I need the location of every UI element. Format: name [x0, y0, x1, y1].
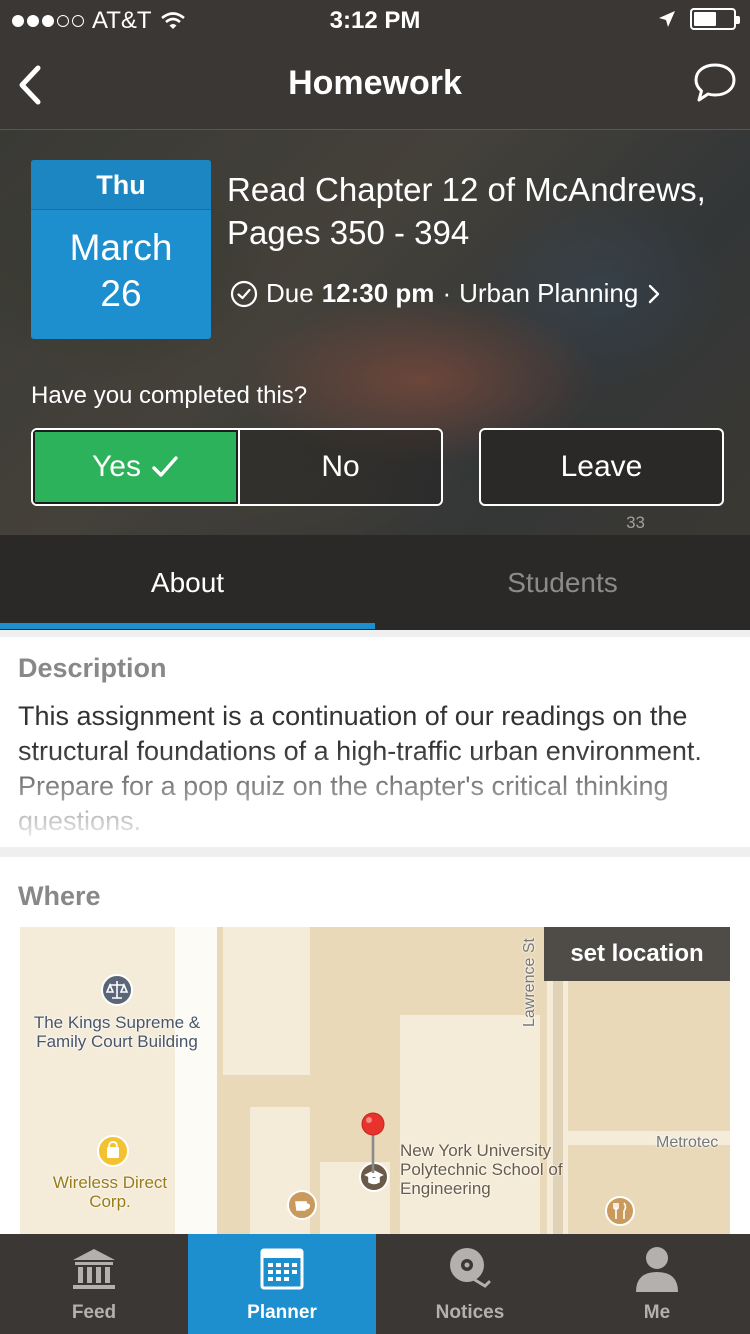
- map-label-metrotech: Metrotec: [656, 1134, 719, 1151]
- location-map[interactable]: The Kings Supreme & Family Court Buildin…: [20, 927, 730, 1237]
- tab-about-label: About: [150, 567, 225, 598]
- location-pin-icon: [361, 1112, 385, 1173]
- navigation-bar: Homework: [0, 40, 750, 130]
- page-title: Homework: [288, 64, 462, 102]
- tab-bar-me-label: Me: [643, 1302, 671, 1323]
- checkmark-icon: [152, 456, 178, 477]
- map-label-street: Lawrence St: [521, 938, 538, 1027]
- due-date-card: Thu March 26: [31, 160, 211, 339]
- students-count-badge: 33: [626, 513, 645, 532]
- map-label-nyu: New York University Polytechnic School o…: [400, 1141, 563, 1198]
- clock-icon: [230, 280, 258, 307]
- assignment-title: Read Chapter 12 of McAndrews, Pages 350 …: [227, 171, 706, 251]
- cafe-icon: [287, 1190, 317, 1220]
- due-day: 26: [100, 273, 142, 314]
- yes-button[interactable]: Yes: [33, 430, 238, 504]
- description-heading: Description: [18, 653, 167, 683]
- bell-icon: [450, 1248, 491, 1288]
- tab-bar-planner-label: Planner: [247, 1302, 317, 1323]
- bottom-tab-bar: Feed Planner Notices Me: [0, 1234, 750, 1334]
- where-section: Where The Kings Supreme & Family Court B…: [0, 857, 750, 1237]
- location-arrow-icon: [659, 11, 675, 27]
- leave-button[interactable]: Leave: [479, 428, 724, 506]
- assignment-header: Thu March 26 Read Chapter 12 of McAndrew…: [0, 130, 750, 535]
- course-name: Urban Planning: [459, 278, 639, 308]
- status-bar: AT&T 3:12 PM: [0, 0, 750, 40]
- battery-icon: [690, 8, 740, 30]
- tab-bar-notices[interactable]: Notices: [376, 1234, 564, 1334]
- yes-label: Yes: [92, 450, 141, 483]
- active-tab-indicator: [0, 623, 375, 629]
- description-fade: [0, 747, 750, 847]
- comments-button[interactable]: [692, 60, 738, 106]
- description-section[interactable]: Description This assignment is a continu…: [0, 637, 750, 847]
- tab-about[interactable]: About: [0, 535, 375, 630]
- tab-students[interactable]: Students 33: [375, 513, 750, 630]
- tab-bar-feed[interactable]: Feed: [0, 1234, 188, 1334]
- bank-icon: [73, 1249, 115, 1289]
- clock: 3:12 PM: [329, 7, 421, 34]
- calendar-icon: [260, 1248, 304, 1290]
- tab-bar-feed-label: Feed: [71, 1302, 117, 1323]
- map-label-wireless: Wireless Direct Corp.: [52, 1173, 168, 1211]
- segment-tabs: About Students 33: [0, 513, 750, 630]
- due-day-of-week: Thu: [31, 160, 211, 210]
- tab-students-label: Students: [507, 567, 618, 598]
- completion-toggle: Yes No: [31, 428, 443, 506]
- speech-bubble-icon: [694, 63, 736, 102]
- shopping-bag-icon: [97, 1135, 129, 1167]
- leave-label: Leave: [560, 450, 643, 483]
- tab-bar-planner[interactable]: Planner: [188, 1234, 376, 1334]
- set-location-button[interactable]: set location: [544, 927, 730, 981]
- restaurant-icon: [605, 1196, 635, 1226]
- no-button[interactable]: No: [238, 430, 441, 504]
- due-prefix: Due: [266, 278, 314, 308]
- completion-question: Have you completed this?: [31, 382, 308, 409]
- tab-bar-notices-label: Notices: [435, 1302, 505, 1323]
- person-icon: [636, 1247, 678, 1292]
- where-heading: Where: [18, 881, 101, 911]
- chevron-right-icon: [649, 284, 660, 303]
- set-location-label: set location: [570, 940, 704, 967]
- due-info[interactable]: Due 12:30 pm · Urban Planning: [230, 278, 662, 309]
- courthouse-icon: [101, 974, 133, 1006]
- map-label-court: The Kings Supreme & Family Court Buildin…: [33, 1013, 201, 1051]
- due-month: March: [69, 227, 173, 268]
- due-time: 12:30 pm: [321, 278, 435, 308]
- tab-bar-me[interactable]: Me: [564, 1234, 750, 1334]
- due-separator: ·: [442, 278, 452, 308]
- no-label: No: [321, 450, 360, 483]
